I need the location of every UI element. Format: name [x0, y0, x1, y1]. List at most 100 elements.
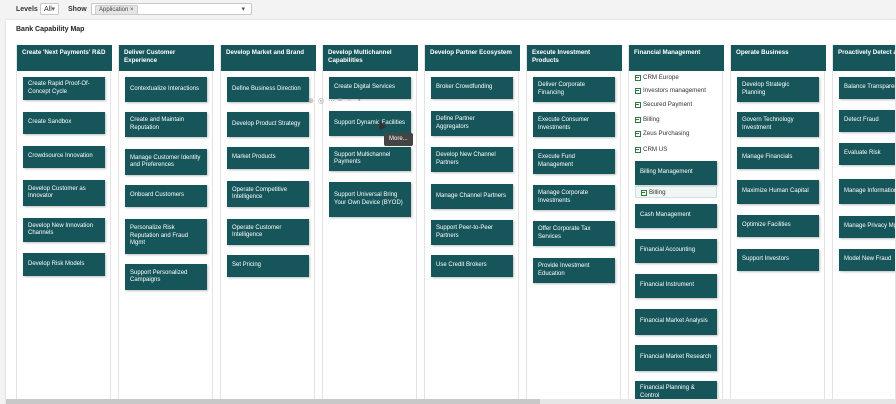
column-develop-partner-ecosystem: Develop Partner Ecosystem Broker Crowdfu… — [424, 45, 520, 404]
capability-card[interactable]: Support Multichannel Payments — [329, 147, 411, 171]
application-leaf[interactable]: Zeus Purchasing — [635, 129, 689, 138]
capability-card[interactable]: Define Partner Aggregators — [431, 111, 513, 136]
scrollbar-thumb[interactable] — [6, 399, 540, 404]
capability-card[interactable]: Operate Customer Intelligence — [227, 219, 309, 245]
capability-card[interactable]: Execute Fund Management — [533, 149, 615, 174]
application-icon — [635, 101, 641, 108]
capability-card[interactable]: Contextualize Interactions — [125, 77, 207, 102]
column-header[interactable]: Execute Investment Products — [527, 45, 622, 71]
capability-card[interactable]: Use Credit Brokers — [431, 255, 513, 277]
capability-card[interactable]: Financial Market Research — [635, 345, 717, 371]
capability-card[interactable]: Crowdsource Innovation — [23, 146, 105, 168]
capability-card[interactable]: Model New Fraud — [839, 249, 895, 271]
capability-card[interactable]: Set Pricing — [227, 255, 309, 277]
filter-chip-label: Application — [99, 7, 129, 13]
close-icon[interactable]: × — [130, 7, 134, 13]
levels-select[interactable]: All ▾ — [40, 3, 59, 15]
capability-card[interactable]: Financial Accounting — [635, 239, 717, 263]
capability-card[interactable]: Support Personalized Campaigns — [125, 264, 207, 290]
application-icon — [641, 189, 647, 196]
show-filter[interactable]: Application × ▾ — [91, 3, 252, 15]
capability-card[interactable]: Support Universal Bring Your Own Device … — [329, 182, 411, 217]
capability-card[interactable]: Detect Fraud — [839, 110, 895, 132]
grid-icon[interactable]: ▫ — [348, 97, 355, 104]
more-icon[interactable]: ▪ — [358, 97, 365, 104]
capability-children: Billing — [635, 186, 717, 198]
capability-card[interactable]: Offer Corporate Tax Services — [533, 221, 615, 246]
capability-card[interactable]: Market Products — [227, 147, 309, 169]
column-header[interactable]: Financial Management — [629, 45, 724, 71]
column-deliver-customer-experience: Deliver Customer Experience Contextualiz… — [118, 45, 214, 404]
zoom-icon[interactable]: ⊕ — [308, 97, 315, 105]
capability-card[interactable]: Broker Crowdfunding — [431, 77, 513, 99]
list-icon[interactable]: ≡ — [338, 97, 345, 104]
leaf-label: Investors management — [643, 87, 706, 94]
horizontal-scrollbar[interactable] — [6, 399, 896, 404]
capability-card[interactable]: Develop Product Strategy — [227, 112, 309, 137]
capability-card[interactable]: Create Digital Services — [329, 77, 411, 99]
application-leaf[interactable]: CRM Europe — [635, 73, 679, 82]
map-title: Bank Capability Map — [16, 26, 85, 33]
capability-card[interactable]: Develop Strategic Planning — [737, 77, 819, 102]
capability-map-panel: Bank Capability Map Create 'Next Payment… — [6, 20, 896, 404]
capability-card[interactable]: Create and Maintain Reputation — [125, 112, 207, 137]
capability-card[interactable]: Maximize Human Capital — [737, 180, 819, 204]
focus-icon[interactable]: ◎ — [318, 97, 325, 105]
capability-card[interactable]: Execute Consumer Investments — [533, 112, 615, 137]
application-leaf[interactable]: Investors management — [635, 86, 706, 95]
chevron-down-icon[interactable]: ▾ — [241, 5, 245, 13]
application-icon — [635, 146, 641, 153]
capability-card[interactable]: Support Investors — [737, 249, 819, 271]
show-label: Show — [68, 6, 87, 13]
leaf-label: Billing — [649, 189, 666, 196]
capability-card[interactable]: Develop Risk Models — [23, 253, 105, 276]
levels-label: Levels — [16, 6, 38, 13]
column-operate-business: Operate Business Develop Strategic Plann… — [730, 45, 826, 404]
capability-card[interactable]: Create Rapid Proof-Of-Concept Cycle — [23, 77, 105, 100]
capability-card[interactable]: Manage Privacy Mgmt — [839, 216, 895, 238]
toolbar: Levels All ▾ Show Application × ▾ — [0, 0, 896, 20]
capability-card[interactable]: Balance Transparency — [839, 77, 895, 99]
leaf-label: CRM US — [643, 146, 668, 153]
column-header[interactable]: Develop Market and Brand — [221, 45, 316, 71]
capability-card[interactable]: Develop Customer as Innovator — [23, 180, 105, 206]
capability-card[interactable]: Provide Investment Education — [533, 258, 615, 283]
application-leaf[interactable]: Billing — [641, 188, 666, 197]
capability-card[interactable]: Financial Market Analysis — [635, 309, 717, 335]
capability-card[interactable]: Manage Customer Identity and Preferences — [125, 149, 207, 175]
capability-card[interactable]: Govern Technology Investment — [737, 112, 819, 137]
capability-card[interactable]: Cash Management — [635, 204, 717, 228]
column-header[interactable]: Operate Business — [731, 45, 826, 71]
column-develop-market-and-brand: Develop Market and Brand Define Business… — [220, 45, 316, 404]
application-icon — [635, 130, 641, 137]
column-header[interactable]: Develop Multichannel Capabilities — [323, 45, 418, 71]
chevron-down-icon: ▾ — [51, 6, 55, 13]
link-icon[interactable]: ⋯ — [328, 97, 335, 105]
capability-card[interactable]: Manage Financials — [737, 147, 819, 169]
capability-card[interactable]: Evaluate Risk — [839, 143, 895, 165]
application-leaf[interactable]: Billing — [635, 115, 660, 124]
capability-card[interactable]: Onboard Customers — [125, 185, 207, 207]
capability-card[interactable]: Manage Corporate Investments — [533, 185, 615, 210]
capability-card[interactable]: Define Business Direction — [227, 77, 309, 102]
capability-card[interactable]: Billing Management — [635, 161, 717, 185]
column-header[interactable]: Proactively Detect and Resolve Risk — [833, 45, 895, 71]
capability-card[interactable]: Deliver Corporate Financing — [533, 77, 615, 102]
application-leaf[interactable]: Secured Payment — [635, 100, 692, 109]
capability-card[interactable]: Personalize Risk Reputation and Fraud Mg… — [125, 219, 207, 254]
capability-card[interactable]: Develop New Innovation Channels — [23, 218, 105, 242]
capability-card[interactable]: Optimize Facilities — [737, 215, 819, 237]
column-header[interactable]: Deliver Customer Experience — [119, 45, 214, 71]
capability-card[interactable]: Develop New Channel Partners — [431, 147, 513, 172]
filter-chip-application[interactable]: Application × — [95, 5, 138, 15]
capability-card[interactable]: Manage Channel Partners — [431, 184, 513, 209]
capability-card[interactable]: Create Sandbox — [23, 112, 105, 134]
capability-card[interactable]: Support Peer-to-Peer Partners — [431, 220, 513, 245]
column-header[interactable]: Create 'Next Payments' R&D — [17, 45, 112, 71]
column-header[interactable]: Develop Partner Ecosystem — [425, 45, 520, 71]
application-leaf[interactable]: CRM US — [635, 145, 667, 154]
capability-card[interactable]: Operate Competitive Intelligence — [227, 181, 309, 207]
capability-card[interactable]: Financial Instrument — [635, 274, 717, 298]
column-financial-management: Financial Management CRM Europe Investor… — [628, 45, 724, 404]
capability-card[interactable]: Manage Information Security — [839, 179, 895, 204]
